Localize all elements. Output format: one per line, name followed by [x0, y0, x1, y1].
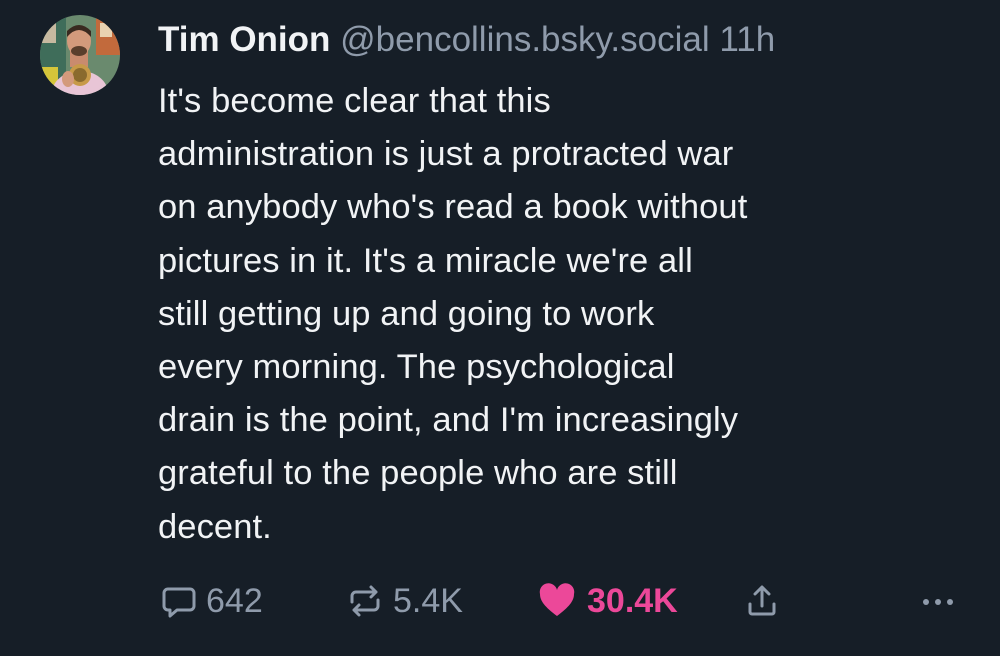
post-actions: 642 5.4K 30.4K: [0, 578, 1000, 624]
more-options-button[interactable]: [918, 578, 958, 624]
reply-icon: [160, 582, 198, 620]
like-count: 30.4K: [587, 581, 678, 620]
post: Tim Onion @bencollins.bsky.social 11h It…: [0, 0, 1000, 656]
author-handle[interactable]: @bencollins.bsky.social: [340, 20, 709, 59]
repost-count: 5.4K: [393, 581, 463, 620]
more-icon: [918, 582, 958, 620]
like-button[interactable]: 30.4K: [537, 578, 678, 624]
share-icon: [745, 582, 779, 620]
reply-count: 642: [206, 581, 263, 620]
post-text: It's become clear that this administrati…: [158, 82, 748, 546]
reply-button[interactable]: 642: [160, 578, 263, 624]
author-name[interactable]: Tim Onion: [158, 20, 330, 59]
repost-icon: [345, 582, 385, 620]
share-button[interactable]: [745, 578, 779, 624]
post-timestamp[interactable]: 11h: [719, 20, 775, 59]
repost-button[interactable]: 5.4K: [345, 578, 463, 624]
post-header: Tim Onion @bencollins.bsky.social 11h: [158, 20, 775, 60]
heart-icon: [537, 582, 577, 620]
avatar-image: [40, 15, 120, 95]
avatar[interactable]: [40, 15, 120, 95]
